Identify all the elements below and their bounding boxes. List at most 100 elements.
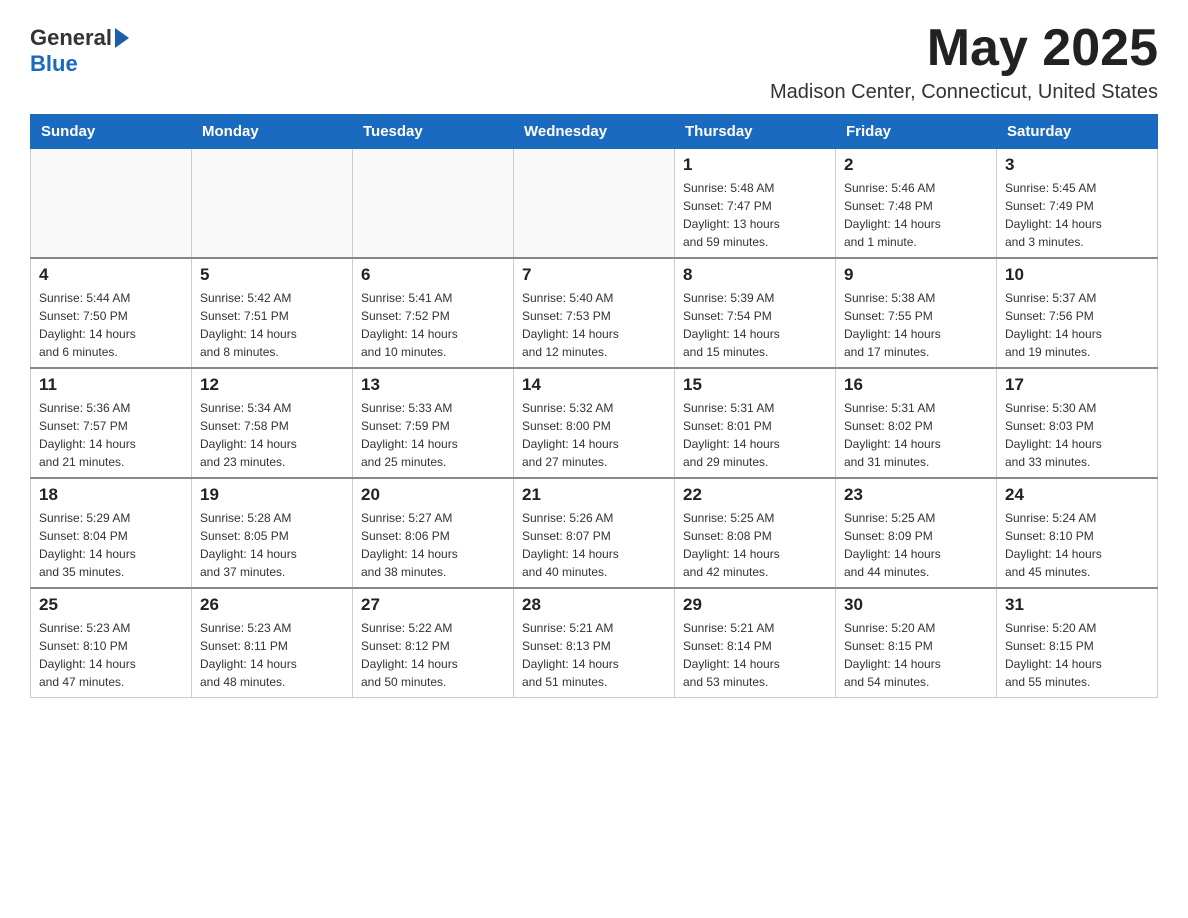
calendar-cell: 23Sunrise: 5:25 AM Sunset: 8:09 PM Dayli… [836, 478, 997, 588]
calendar-cell: 18 Sunrise: 5:29 AM Sunset: 8:04 PM Dayli… [31, 478, 192, 588]
day-info: Sunrise: 5:40 AM Sunset: 7:53 PM Dayligh… [522, 289, 666, 361]
title-block: May 2025 Madison Center, Connecticut, Un… [770, 20, 1158, 104]
location-subtitle: Madison Center, Connecticut, United Stat… [770, 81, 1158, 104]
calendar-cell: 10Sunrise: 5:37 AM Sunset: 7:56 PM Dayli… [997, 258, 1158, 368]
calendar-cell: 17 Sunrise: 5:30 AM Sunset: 8:03 PM Dayli… [997, 368, 1158, 478]
calendar-cell: 30Sunrise: 5:20 AM Sunset: 8:15 PM Dayli… [836, 588, 997, 698]
calendar-cell: 3Sunrise: 5:45 AM Sunset: 7:49 PM Daylig… [997, 149, 1158, 259]
day-number: 14 [522, 375, 666, 395]
calendar-table: SundayMondayTuesdayWednesdayThursdayFrid… [30, 114, 1158, 698]
calendar-cell: 14 Sunrise: 5:32 AM Sunset: 8:00 PM Dayli… [514, 368, 675, 478]
day-info: Sunrise: 5:33 AM Sunset: 7:59 PM Dayligh… [361, 399, 505, 471]
day-info: Sunrise: 5:23 AM Sunset: 8:10 PM Dayligh… [39, 619, 183, 691]
day-info: Sunrise: 5:36 AM Sunset: 7:57 PM Dayligh… [39, 399, 183, 471]
calendar-cell: 8 Sunrise: 5:39 AM Sunset: 7:54 PM Daylig… [675, 258, 836, 368]
day-number: 16 [844, 375, 988, 395]
calendar-week-row-2: 4 Sunrise: 5:44 AM Sunset: 7:50 PM Daylig… [31, 258, 1158, 368]
calendar-cell: 9Sunrise: 5:38 AM Sunset: 7:55 PM Daylig… [836, 258, 997, 368]
logo-blue-text: Blue [30, 51, 78, 77]
day-info: Sunrise: 5:46 AM Sunset: 7:48 PM Dayligh… [844, 179, 988, 251]
day-number: 28 [522, 595, 666, 615]
calendar-cell: 25 Sunrise: 5:23 AM Sunset: 8:10 PM Dayli… [31, 588, 192, 698]
day-number: 31 [1005, 595, 1149, 615]
col-header-tuesday: Tuesday [353, 115, 514, 149]
day-info: Sunrise: 5:24 AM Sunset: 8:10 PM Dayligh… [1005, 509, 1149, 581]
day-info: Sunrise: 5:31 AM Sunset: 8:01 PM Dayligh… [683, 399, 827, 471]
calendar-cell: 21 Sunrise: 5:26 AM Sunset: 8:07 PM Dayli… [514, 478, 675, 588]
day-info: Sunrise: 5:44 AM Sunset: 7:50 PM Dayligh… [39, 289, 183, 361]
day-info: Sunrise: 5:25 AM Sunset: 8:09 PM Dayligh… [844, 509, 988, 581]
day-number: 22 [683, 485, 827, 505]
day-number: 4 [39, 265, 183, 285]
day-number: 18 [39, 485, 183, 505]
calendar-cell: 7 Sunrise: 5:40 AM Sunset: 7:53 PM Daylig… [514, 258, 675, 368]
calendar-cell: 28 Sunrise: 5:21 AM Sunset: 8:13 PM Dayli… [514, 588, 675, 698]
calendar-week-row-5: 25 Sunrise: 5:23 AM Sunset: 8:10 PM Dayli… [31, 588, 1158, 698]
day-info: Sunrise: 5:41 AM Sunset: 7:52 PM Dayligh… [361, 289, 505, 361]
day-info: Sunrise: 5:37 AM Sunset: 7:56 PM Dayligh… [1005, 289, 1149, 361]
calendar-cell: 26 Sunrise: 5:23 AM Sunset: 8:11 PM Dayli… [192, 588, 353, 698]
day-number: 3 [1005, 155, 1149, 175]
day-info: Sunrise: 5:48 AM Sunset: 7:47 PM Dayligh… [683, 179, 827, 251]
day-info: Sunrise: 5:26 AM Sunset: 8:07 PM Dayligh… [522, 509, 666, 581]
calendar-cell [353, 149, 514, 259]
calendar-week-row-4: 18 Sunrise: 5:29 AM Sunset: 8:04 PM Dayli… [31, 478, 1158, 588]
day-number: 13 [361, 375, 505, 395]
calendar-week-row-1: 1 Sunrise: 5:48 AM Sunset: 7:47 PM Daylig… [31, 149, 1158, 259]
calendar-cell: 2 Sunrise: 5:46 AM Sunset: 7:48 PM Daylig… [836, 149, 997, 259]
calendar-cell: 16 Sunrise: 5:31 AM Sunset: 8:02 PM Dayli… [836, 368, 997, 478]
calendar-cell: 19Sunrise: 5:28 AM Sunset: 8:05 PM Dayli… [192, 478, 353, 588]
calendar-cell: 4 Sunrise: 5:44 AM Sunset: 7:50 PM Daylig… [31, 258, 192, 368]
calendar-week-row-3: 11 Sunrise: 5:36 AM Sunset: 7:57 PM Dayli… [31, 368, 1158, 478]
day-number: 26 [200, 595, 344, 615]
day-number: 27 [361, 595, 505, 615]
day-number: 5 [200, 265, 344, 285]
day-number: 25 [39, 595, 183, 615]
calendar-cell: 15 Sunrise: 5:31 AM Sunset: 8:01 PM Dayli… [675, 368, 836, 478]
calendar-cell: 29Sunrise: 5:21 AM Sunset: 8:14 PM Dayli… [675, 588, 836, 698]
day-info: Sunrise: 5:34 AM Sunset: 7:58 PM Dayligh… [200, 399, 344, 471]
calendar-cell: 13 Sunrise: 5:33 AM Sunset: 7:59 PM Dayli… [353, 368, 514, 478]
logo: General Blue [30, 25, 129, 77]
day-number: 9 [844, 265, 988, 285]
day-info: Sunrise: 5:23 AM Sunset: 8:11 PM Dayligh… [200, 619, 344, 691]
day-number: 30 [844, 595, 988, 615]
calendar-cell [31, 149, 192, 259]
day-number: 1 [683, 155, 827, 175]
day-info: Sunrise: 5:21 AM Sunset: 8:13 PM Dayligh… [522, 619, 666, 691]
logo-arrow-icon [115, 28, 129, 48]
day-number: 7 [522, 265, 666, 285]
day-info: Sunrise: 5:21 AM Sunset: 8:14 PM Dayligh… [683, 619, 827, 691]
day-number: 24 [1005, 485, 1149, 505]
calendar-cell: 22 Sunrise: 5:25 AM Sunset: 8:08 PM Dayli… [675, 478, 836, 588]
calendar-header-row: SundayMondayTuesdayWednesdayThursdayFrid… [31, 115, 1158, 149]
day-info: Sunrise: 5:31 AM Sunset: 8:02 PM Dayligh… [844, 399, 988, 471]
day-number: 15 [683, 375, 827, 395]
day-info: Sunrise: 5:42 AM Sunset: 7:51 PM Dayligh… [200, 289, 344, 361]
day-info: Sunrise: 5:29 AM Sunset: 8:04 PM Dayligh… [39, 509, 183, 581]
day-info: Sunrise: 5:39 AM Sunset: 7:54 PM Dayligh… [683, 289, 827, 361]
calendar-cell: 6 Sunrise: 5:41 AM Sunset: 7:52 PM Daylig… [353, 258, 514, 368]
day-number: 17 [1005, 375, 1149, 395]
day-info: Sunrise: 5:25 AM Sunset: 8:08 PM Dayligh… [683, 509, 827, 581]
day-number: 6 [361, 265, 505, 285]
day-number: 11 [39, 375, 183, 395]
col-header-monday: Monday [192, 115, 353, 149]
calendar-cell: 20Sunrise: 5:27 AM Sunset: 8:06 PM Dayli… [353, 478, 514, 588]
day-number: 8 [683, 265, 827, 285]
day-info: Sunrise: 5:28 AM Sunset: 8:05 PM Dayligh… [200, 509, 344, 581]
day-number: 2 [844, 155, 988, 175]
col-header-thursday: Thursday [675, 115, 836, 149]
calendar-cell: 5 Sunrise: 5:42 AM Sunset: 7:51 PM Daylig… [192, 258, 353, 368]
col-header-wednesday: Wednesday [514, 115, 675, 149]
day-info: Sunrise: 5:27 AM Sunset: 8:06 PM Dayligh… [361, 509, 505, 581]
day-info: Sunrise: 5:20 AM Sunset: 8:15 PM Dayligh… [1005, 619, 1149, 691]
calendar-cell: 27Sunrise: 5:22 AM Sunset: 8:12 PM Dayli… [353, 588, 514, 698]
day-number: 21 [522, 485, 666, 505]
day-info: Sunrise: 5:32 AM Sunset: 8:00 PM Dayligh… [522, 399, 666, 471]
calendar-cell: 11 Sunrise: 5:36 AM Sunset: 7:57 PM Dayli… [31, 368, 192, 478]
day-info: Sunrise: 5:30 AM Sunset: 8:03 PM Dayligh… [1005, 399, 1149, 471]
logo-general-text: General [30, 25, 112, 51]
calendar-cell: 31 Sunrise: 5:20 AM Sunset: 8:15 PM Dayli… [997, 588, 1158, 698]
page-header: General Blue May 2025 Madison Center, Co… [30, 20, 1158, 104]
